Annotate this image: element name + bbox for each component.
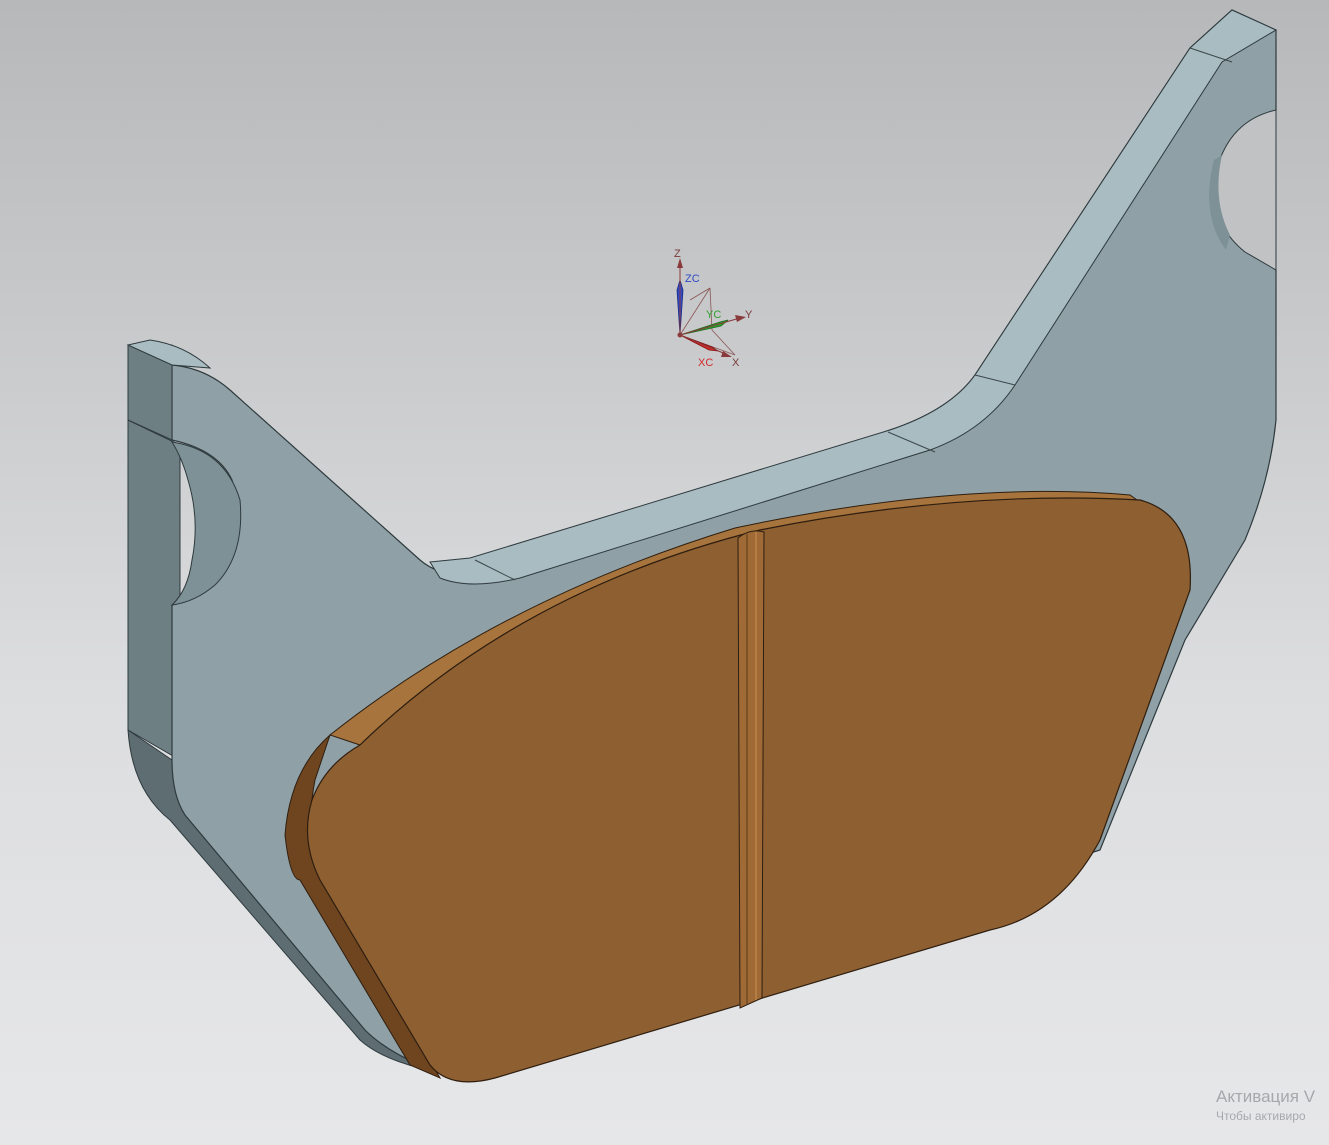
coordinate-system-triad[interactable]: Z ZC YC Y XC X: [674, 248, 753, 369]
watermark-title: Активация V: [1216, 1087, 1316, 1106]
xc-label: XC: [698, 357, 713, 369]
z-label: Z: [674, 248, 681, 260]
y-label: Y: [745, 309, 753, 321]
csys-origin: [677, 332, 683, 338]
windows-activation-watermark: Активация V Чтобы активиро: [1216, 1086, 1329, 1124]
zc-label: ZC: [685, 273, 700, 285]
yc-label: YC: [706, 309, 721, 321]
x-axis: [679, 334, 729, 356]
x-label: X: [732, 357, 740, 369]
graphics-viewport[interactable]: Z ZC YC Y XC X: [0, 0, 1329, 1145]
watermark-subtitle: Чтобы активиро: [1216, 1109, 1306, 1123]
friction-pad-groove: [737, 530, 765, 1009]
